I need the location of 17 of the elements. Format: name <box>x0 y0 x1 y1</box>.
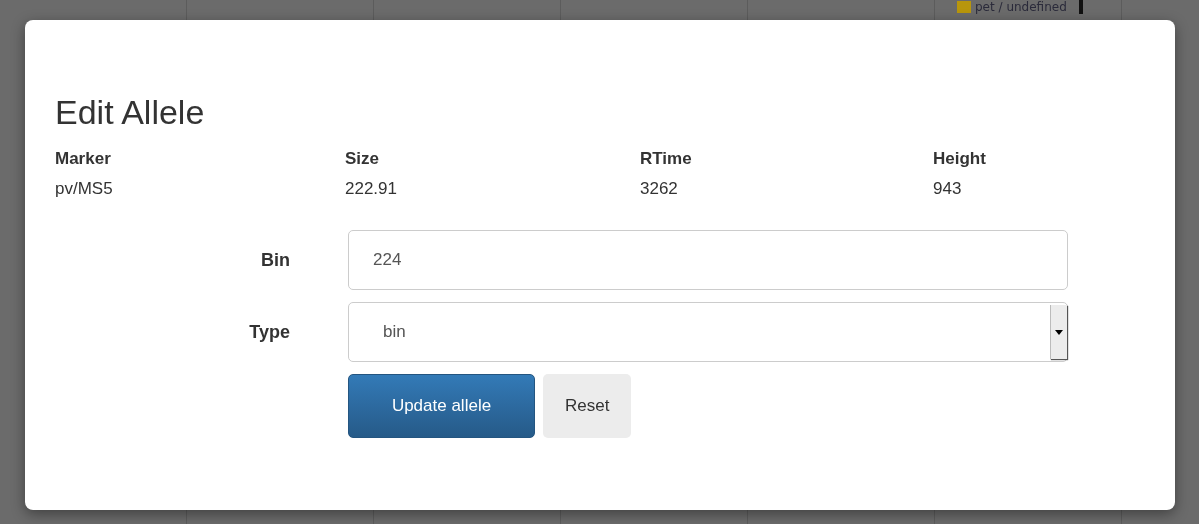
legend-marker <box>1078 0 1083 14</box>
detail-value: 222.91 <box>345 178 398 200</box>
detail-label: Height <box>933 148 987 170</box>
detail-label: Marker <box>55 148 112 170</box>
field-label: Bin <box>260 249 291 271</box>
dialog-title: Edit Allele <box>55 92 206 133</box>
update-button[interactable]: Update allele <box>348 374 535 438</box>
detail-value: 3262 <box>640 178 679 200</box>
reset-button[interactable]: Reset <box>543 374 632 438</box>
field-label: Type <box>248 321 291 343</box>
bin-input-field[interactable]: 224 <box>348 230 1068 290</box>
legend-label: pet / undefined <box>975 1 1067 13</box>
type-select[interactable]: bin <box>348 302 1068 362</box>
detail-label: Size <box>345 148 381 170</box>
detail-value: pv/MS5 <box>55 178 114 200</box>
detail-value: 943 <box>933 178 963 200</box>
detail-label: RTime <box>640 148 693 170</box>
